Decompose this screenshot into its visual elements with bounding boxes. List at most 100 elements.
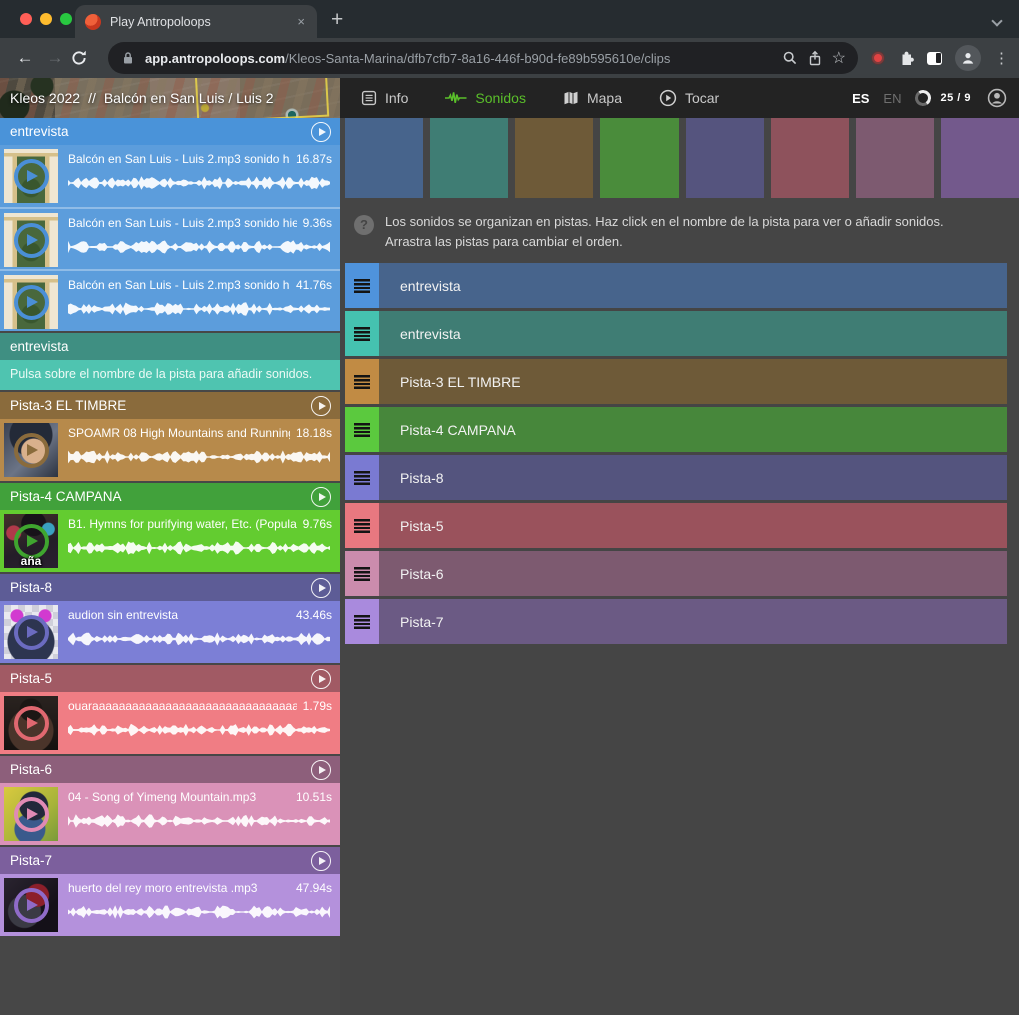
forward-button[interactable]: → [40,48,70,68]
new-tab-button[interactable]: + [331,9,343,30]
extensions-puzzle-icon[interactable] [897,50,914,67]
clip-play-icon[interactable] [4,787,58,841]
drag-handle[interactable] [345,551,379,596]
hint-text: Los sonidos se organizan en pistas. Haz … [385,212,991,251]
close-window-button[interactable] [20,13,32,25]
track-row[interactable]: Pista-8 [345,455,1007,500]
track-color-swatch[interactable] [771,118,849,198]
minimize-window-button[interactable] [40,13,52,25]
profile-avatar[interactable] [955,45,981,71]
audio-clip[interactable]: Balcón en San Luis - Luis 2.mp3 sonido h… [0,207,340,269]
back-button[interactable]: ← [10,48,40,68]
drag-handle[interactable] [345,359,379,404]
track-play-button[interactable] [311,578,331,598]
clip-thumbnail[interactable] [4,423,58,477]
lang-toggle-es[interactable]: ES [852,91,869,106]
track-play-button[interactable] [311,487,331,507]
track-header[interactable]: Pista-8 [0,574,340,601]
clip-thumbnail[interactable] [4,605,58,659]
session-color-strip [345,118,1019,198]
drag-handle[interactable] [345,263,379,308]
drag-handle[interactable] [345,311,379,356]
url-host: app.antropoloops.com [145,51,285,66]
track-color-swatch[interactable] [515,118,593,198]
track-header[interactable]: entrevista [0,333,340,360]
clip-play-icon[interactable] [4,696,58,750]
lock-icon[interactable] [120,50,136,66]
track-color-swatch[interactable] [345,118,423,198]
audio-clip[interactable]: 04 - Song of Yimeng Mountain.mp3 10.51s [0,783,340,845]
clip-play-icon[interactable] [4,213,58,267]
clip-thumbnail[interactable] [4,149,58,203]
drag-handle[interactable] [345,455,379,500]
share-icon[interactable] [807,50,823,66]
breadcrumb-project[interactable]: Kleos 2022 [10,90,80,106]
track-play-button[interactable] [311,760,331,780]
nav-item-tocar[interactable]: Tocar [659,89,719,107]
browser-menu-icon[interactable]: ⋮ [994,49,1009,67]
track-color-swatch[interactable] [600,118,678,198]
track-header[interactable]: Pista-4 CAMPANA [0,483,340,510]
clip-play-icon[interactable] [4,423,58,477]
clip-play-icon[interactable] [4,605,58,659]
clip-play-icon[interactable] [4,275,58,329]
audio-clip[interactable]: audion sin entrevista 43.46s [0,601,340,663]
tab-search-chevron-icon[interactable] [991,15,1002,26]
track-header[interactable]: Pista-5 [0,665,340,692]
nav-item-sonidos[interactable]: Sonidos [445,90,526,106]
zoom-window-button[interactable] [60,13,72,25]
track-play-button[interactable] [311,669,331,689]
track-row[interactable]: entrevista [345,311,1007,356]
thumbnail-caption: aña [4,554,58,568]
clip-thumbnail[interactable] [4,275,58,329]
url-bar[interactable]: app.antropoloops.com/Kleos-Santa-Marina/… [108,42,858,74]
track-play-button[interactable] [311,122,331,142]
audio-clip[interactable]: ouaraaaaaaaaaaaaaaaaaaaaaaaaaaaaaaaaaa..… [0,692,340,754]
zoom-page-icon[interactable] [782,50,798,66]
clip-play-icon[interactable] [4,149,58,203]
clip-play-icon[interactable] [4,878,58,932]
clip-thumbnail[interactable]: aña [4,514,58,568]
track-color-swatch[interactable] [856,118,934,198]
nav-item-info[interactable]: Info [361,90,408,106]
audio-clip[interactable]: Balcón en San Luis - Luis 2.mp3 sonido h… [0,269,340,331]
record-extension-icon[interactable] [872,52,884,64]
track-row[interactable]: Pista-5 [345,503,1007,548]
track-row[interactable]: Pista-3 EL TIMBRE [345,359,1007,404]
drag-handle[interactable] [345,407,379,452]
clip-thumbnail[interactable] [4,878,58,932]
track-color-swatch[interactable] [941,118,1019,198]
track-color-swatch[interactable] [430,118,508,198]
drag-handle[interactable] [345,503,379,548]
url-path: /Kleos-Santa-Marina/dfb7cfb7-8a16-446f-b… [285,51,670,66]
track-header[interactable]: Pista-7 [0,847,340,874]
track-header[interactable]: Pista-3 EL TIMBRE [0,392,340,419]
account-button[interactable] [987,88,1007,108]
sidebar-track-pista-3: Pista-3 EL TIMBRE SPOAMR 08 High Mountai… [0,392,340,481]
clip-thumbnail[interactable] [4,787,58,841]
track-row[interactable]: Pista-7 [345,599,1007,644]
tab-close-icon[interactable]: × [295,14,307,29]
audio-clip[interactable]: Balcón en San Luis - Luis 2.mp3 sonido h… [0,145,340,207]
reload-button[interactable] [70,49,100,67]
nav-item-mapa[interactable]: Mapa [563,90,622,106]
clip-thumbnail[interactable] [4,213,58,267]
side-panel-icon[interactable] [927,52,942,65]
track-row[interactable]: entrevista [345,263,1007,308]
audio-clip[interactable]: huerto del rey moro entrevista .mp3 47.9… [0,874,340,936]
track-play-button[interactable] [311,851,331,871]
clip-thumbnail[interactable] [4,696,58,750]
bookmark-star-icon[interactable]: ☆ [832,48,846,68]
track-color-swatch[interactable] [686,118,764,198]
track-header[interactable]: entrevista [0,118,340,145]
drag-handle[interactable] [345,599,379,644]
audio-clip[interactable]: aña B1. Hymns for purifying water, Etc. … [0,510,340,572]
audio-clip[interactable]: SPOAMR 08 High Mountains and Running ...… [0,419,340,481]
track-row[interactable]: Pista-6 [345,551,1007,596]
lang-toggle-en[interactable]: EN [883,91,901,106]
track-header[interactable]: Pista-6 [0,756,340,783]
waveform [68,540,330,556]
track-play-button[interactable] [311,396,331,416]
browser-tab[interactable]: Play Antropoloops × [75,5,317,38]
track-row[interactable]: Pista-4 CAMPANA [345,407,1007,452]
